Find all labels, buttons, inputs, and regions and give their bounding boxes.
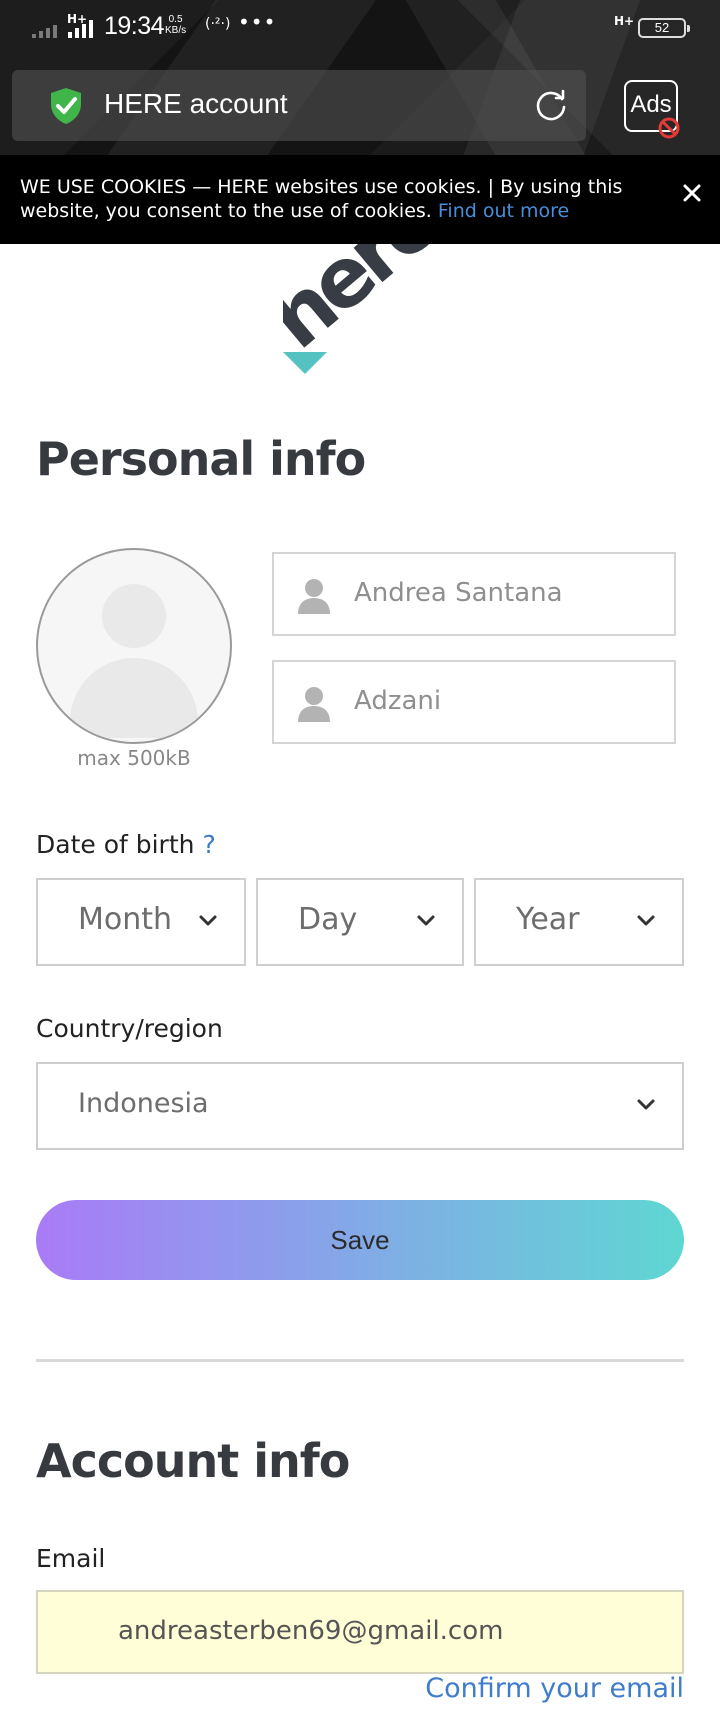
last-name-value: Adzani [354,686,442,716]
dob-label: Date of birth ? [36,830,216,859]
reload-icon[interactable] [534,89,568,123]
cookie-banner: WE USE COOKIES — HERE websites use cooki… [0,155,720,244]
clock: 19:34 [104,12,165,40]
close-icon[interactable] [680,181,704,205]
confirm-email-link[interactable]: Confirm your email [425,1673,684,1704]
section-divider [36,1359,684,1362]
person-icon [298,687,330,722]
here-logo: here [283,244,453,374]
save-button[interactable]: Save [36,1200,684,1280]
month-select[interactable]: Month [36,878,246,966]
find-out-more-link[interactable]: Find out more [438,200,569,222]
month-value: Month [78,902,173,937]
year-value: Year [516,902,580,937]
page-title: HERE account [104,88,288,119]
country-select[interactable]: Indonesia [36,1062,684,1150]
account-info-heading: Account info [36,1434,350,1488]
email-value: andreasterben69@gmail.com [118,1616,504,1646]
avatar-placeholder-icon [102,584,166,648]
signal-sim2-icon [68,18,93,38]
network-speed: 0.5 KB/s [165,14,187,36]
signal-sim1-icon [32,18,57,38]
status-bar: H+ 19:34 0.5 KB/s (·²·) ••• H+ 52 [0,0,720,58]
hotspot-icon: (·²·) [205,16,231,32]
email-input[interactable]: andreasterben69@gmail.com [36,1590,684,1674]
country-value: Indonesia [78,1088,209,1119]
battery-icon: 52 [638,18,690,38]
more-notifications-icon: ••• [238,10,277,34]
last-name-input[interactable]: Adzani [272,660,676,744]
person-icon [298,579,330,614]
block-icon [658,117,680,139]
first-name-value: Andrea Santana [354,578,563,608]
first-name-input[interactable]: Andrea Santana [272,552,676,636]
network-type-right: H+ [614,14,635,28]
chevron-down-icon [199,915,217,926]
chevron-down-icon [637,915,655,926]
day-select[interactable]: Day [256,878,464,966]
svg-text:here: here [283,244,453,367]
chevron-down-icon [637,1099,655,1110]
personal-info-heading: Personal info [36,432,366,486]
avatar[interactable] [36,548,232,744]
dob-help-link[interactable]: ? [202,830,215,859]
day-value: Day [298,902,358,937]
url-bar[interactable]: HERE account [12,70,586,141]
shield-check-icon [51,88,81,124]
country-label: Country/region [36,1014,223,1043]
chevron-down-icon [417,915,435,926]
browser-chrome: H+ 19:34 0.5 KB/s (·²·) ••• H+ 52 HERE a… [0,0,720,155]
year-select[interactable]: Year [474,878,684,966]
email-label: Email [36,1544,106,1573]
avatar-size-note: max 500kB [77,746,191,770]
